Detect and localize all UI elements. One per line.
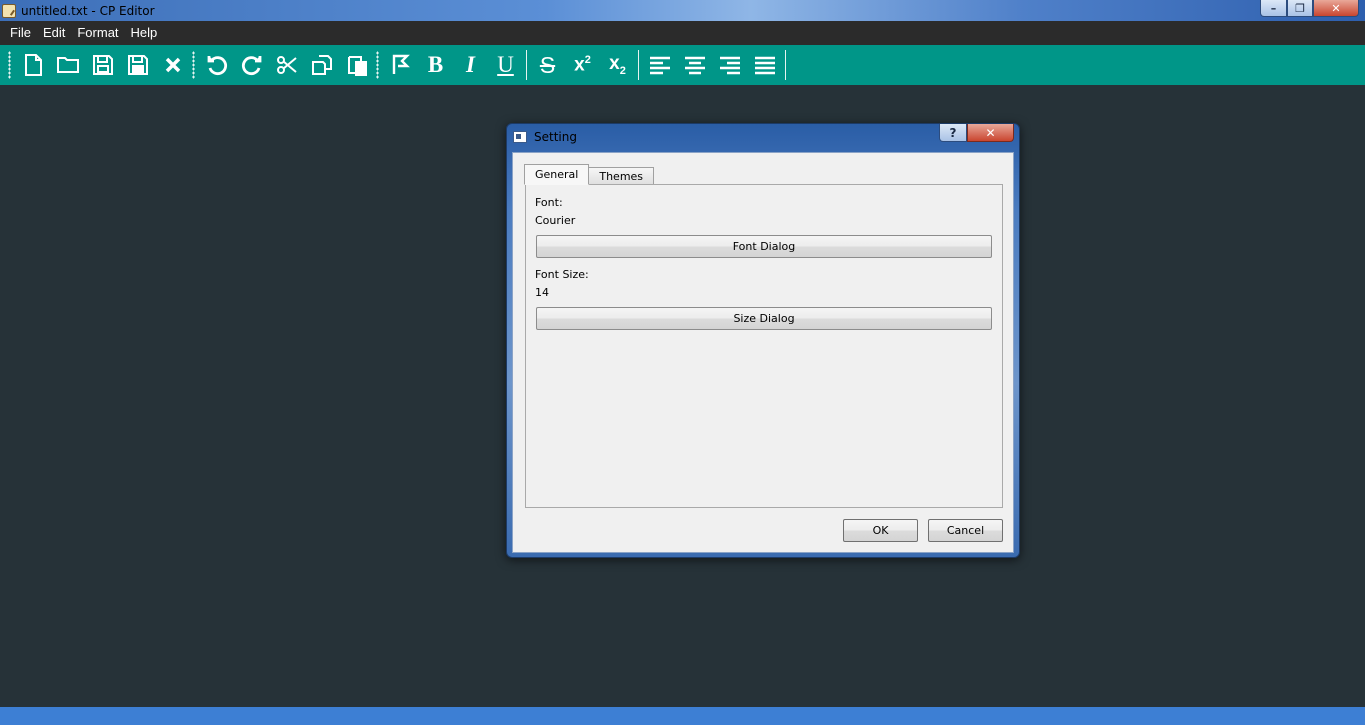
restore-button[interactable]: ❐ [1287,0,1313,17]
open-file-button[interactable] [50,47,85,83]
superscript-icon: x2 [574,54,591,76]
scissors-icon [276,56,297,74]
copy-icon [311,55,332,75]
underline-button[interactable]: U [488,47,523,83]
align-left-icon [649,56,670,75]
cut-button[interactable] [269,47,304,83]
toolbar-separator [526,50,527,80]
save-button[interactable] [85,47,120,83]
dialog-close-button[interactable]: ✕ [967,124,1014,142]
toolbar-grip[interactable] [376,51,379,79]
subscript-button[interactable]: x2 [600,47,635,83]
close-icon [165,57,180,73]
new-file-icon [24,54,42,76]
font-size-value: 14 [535,286,549,299]
save-icon [92,55,113,75]
underline-icon: U [497,52,514,77]
toolbar-grip[interactable] [8,51,11,79]
format-button[interactable] [383,47,418,83]
settings-dialog: Setting ? ✕ General Themes Font: Courier… [506,123,1020,558]
close-window-button[interactable]: ✕ [1313,0,1359,17]
undo-button[interactable] [199,47,234,83]
align-left-button[interactable] [642,47,677,83]
tab-bar: General Themes [524,164,655,185]
font-value: Courier [535,214,576,227]
cancel-button[interactable]: Cancel [928,519,1003,542]
general-tab-pane: Font: Courier Font Dialog Font Size: 14 … [525,184,1003,508]
tab-general[interactable]: General [524,164,590,185]
dialog-icon [513,131,527,143]
dialog-body: General Themes Font: Courier Font Dialog… [512,152,1014,553]
redo-button[interactable] [234,47,269,83]
justify-icon [754,56,775,75]
menu-bar: File Edit Format Help [0,21,1365,45]
redo-icon [241,56,261,76]
bold-icon: B [427,52,444,77]
subscript-exp: 2 [619,64,626,77]
subscript-icon: x2 [609,53,626,77]
paste-button[interactable] [339,47,374,83]
toolbar-separator [785,50,786,80]
font-size-label: Font Size: [535,268,589,281]
dialog-title: Setting [534,130,577,144]
paste-icon [347,56,367,76]
subscript-base: x [609,53,620,75]
menu-help[interactable]: Help [125,21,164,45]
toolbar-separator [638,50,639,80]
font-label: Font: [535,196,563,209]
menu-file[interactable]: File [4,21,37,45]
folder-icon [56,57,79,73]
save-as-button[interactable] [120,47,155,83]
bold-button[interactable]: B [418,47,453,83]
strikethrough-icon: S [539,51,556,78]
align-center-icon [684,56,705,75]
italic-button[interactable]: I [453,47,488,83]
menu-edit[interactable]: Edit [37,21,71,45]
tab-themes[interactable]: Themes [588,167,655,185]
superscript-base: x [574,54,585,76]
strikethrough-button[interactable]: S [530,47,565,83]
taskbar-strip [0,707,1365,725]
toolbar: B I U S x2 x2 [0,45,1365,85]
dialog-title-bar[interactable]: Setting ? ✕ [507,124,1019,150]
undo-icon [207,56,227,76]
align-right-icon [719,56,740,75]
title-bar: untitled.txt - CP Editor – ❐ ✕ [0,0,1365,21]
ok-button[interactable]: OK [843,519,918,542]
save-as-icon [127,55,148,75]
size-dialog-button[interactable]: Size Dialog [536,307,992,330]
superscript-exp: 2 [584,53,591,66]
justify-button[interactable] [747,47,782,83]
superscript-button[interactable]: x2 [565,47,600,83]
menu-format[interactable]: Format [71,21,124,45]
app-icon [2,3,16,18]
italic-icon: I [466,52,475,77]
new-file-button[interactable] [15,47,50,83]
flag-icon [392,54,410,74]
font-dialog-button[interactable]: Font Dialog [536,235,992,258]
window-controls: – ❐ ✕ [1260,0,1359,17]
align-center-button[interactable] [677,47,712,83]
toolbar-grip[interactable] [192,51,195,79]
help-button[interactable]: ? [939,124,967,142]
minimize-button[interactable]: – [1260,0,1287,17]
align-right-button[interactable] [712,47,747,83]
close-file-button[interactable] [155,47,190,83]
window-title: untitled.txt - CP Editor [21,3,155,18]
copy-button[interactable] [304,47,339,83]
